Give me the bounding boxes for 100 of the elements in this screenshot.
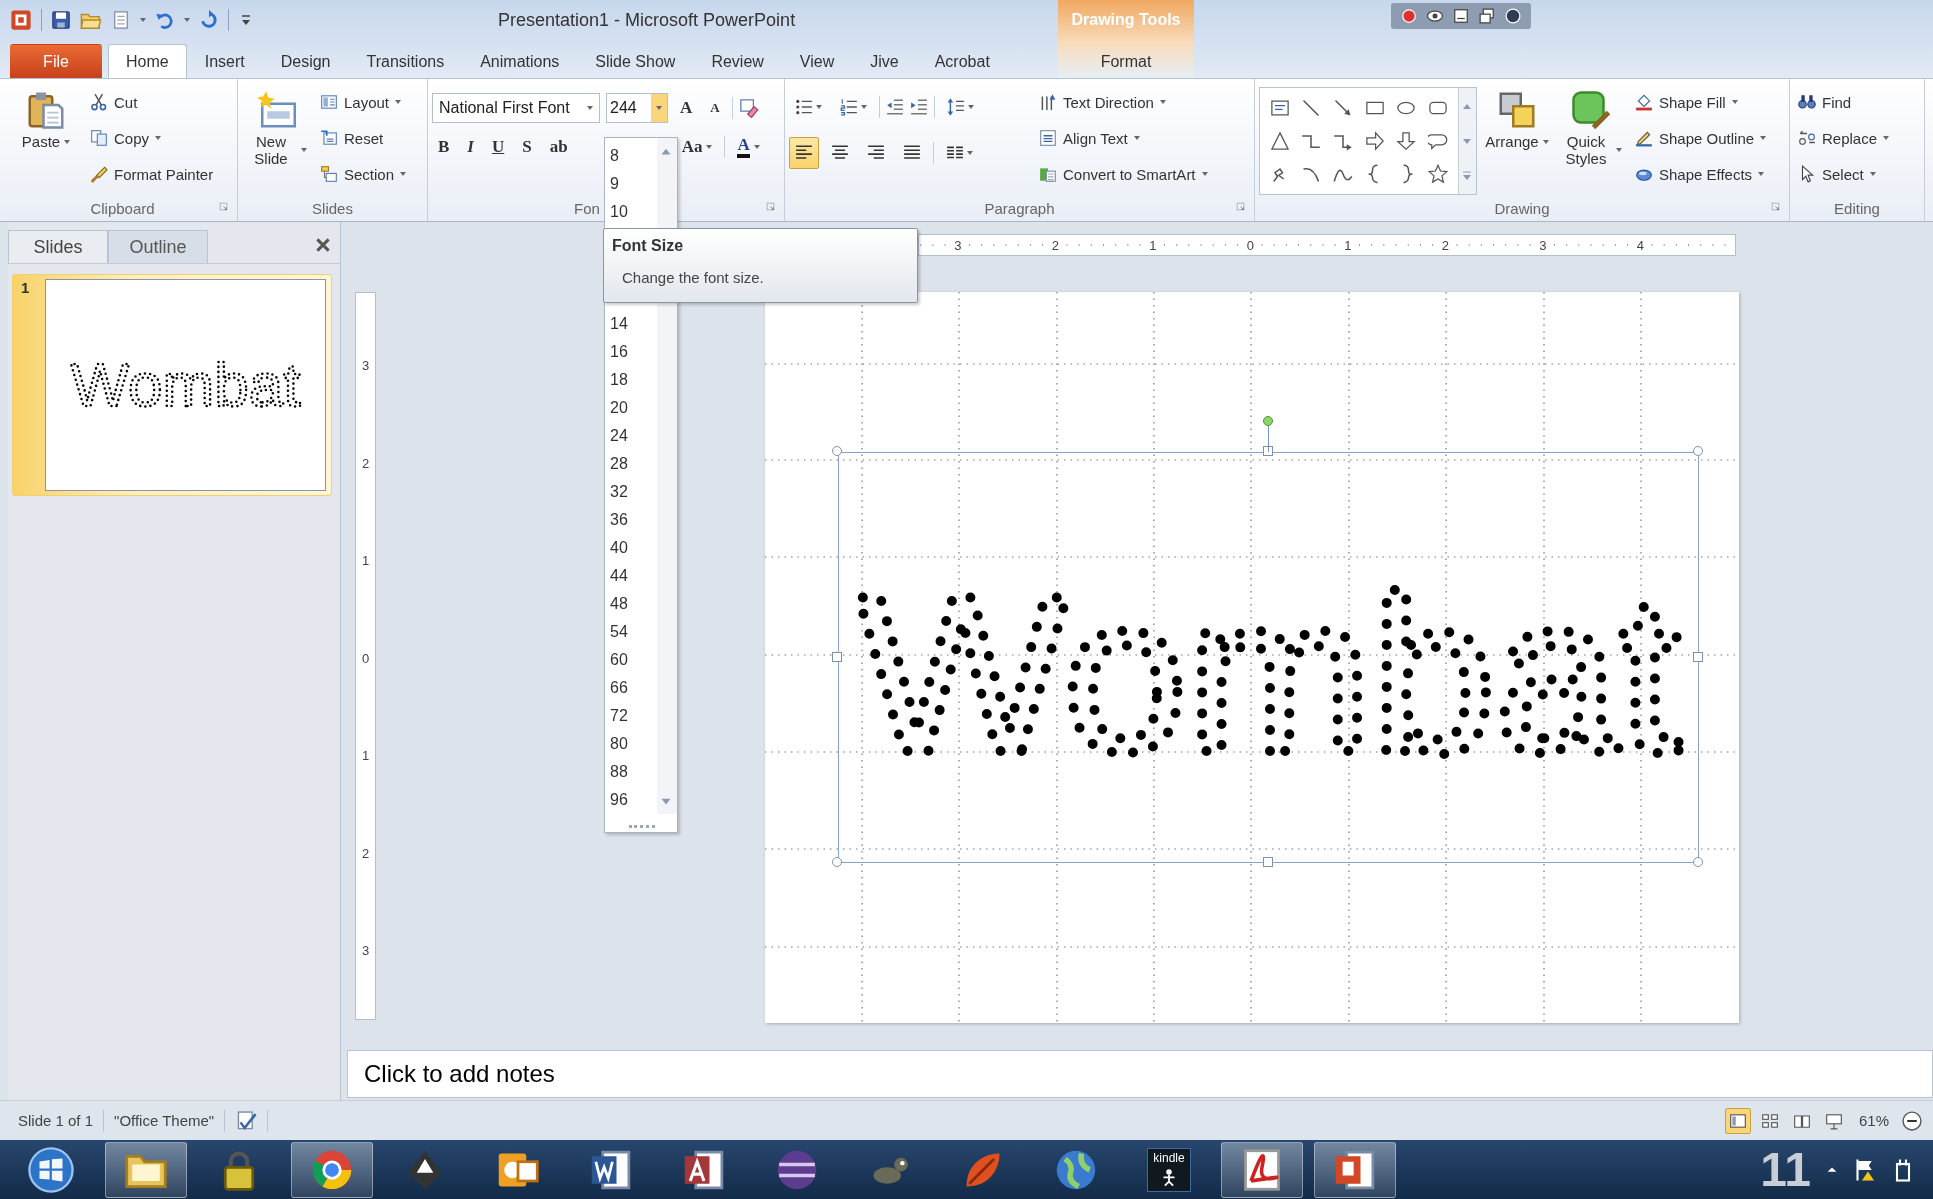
ribbon-tab[interactable]: View bbox=[781, 44, 853, 78]
align-left-button[interactable] bbox=[789, 137, 819, 169]
menu-option[interactable]: 80 bbox=[605, 730, 657, 758]
flag-icon[interactable] bbox=[1853, 1157, 1877, 1182]
menu-option[interactable]: 88 bbox=[605, 758, 657, 786]
arrange-button[interactable]: Arrange bbox=[1483, 87, 1551, 195]
shadow-button[interactable]: S bbox=[516, 133, 538, 161]
menu-option[interactable]: 96 bbox=[605, 786, 657, 814]
menu-option[interactable]: 36 bbox=[605, 506, 657, 534]
pane-tab[interactable]: Slides bbox=[8, 230, 108, 263]
star-icon[interactable] bbox=[1428, 163, 1449, 184]
triangle-icon[interactable] bbox=[1269, 131, 1290, 151]
select-button[interactable]: Select bbox=[1794, 159, 1894, 189]
menu-option[interactable]: 14 bbox=[605, 310, 657, 338]
clock[interactable]: 11 bbox=[1760, 1142, 1811, 1197]
restore-icon[interactable] bbox=[1477, 6, 1497, 26]
menu-option[interactable]: 54 bbox=[605, 618, 657, 646]
zoom-level[interactable]: 61% bbox=[1858, 1112, 1889, 1129]
redo-icon[interactable] bbox=[199, 10, 219, 30]
window-icon[interactable] bbox=[1451, 6, 1471, 26]
font-color-button[interactable]: A bbox=[731, 133, 766, 161]
find-button[interactable]: Find bbox=[1794, 87, 1894, 117]
save-icon[interactable] bbox=[51, 10, 71, 30]
circle-icon[interactable] bbox=[1503, 6, 1523, 26]
reset-button[interactable]: Reset bbox=[316, 123, 411, 153]
taskbar-button[interactable]: kindle bbox=[1128, 1141, 1210, 1198]
resize-handle[interactable] bbox=[1693, 857, 1703, 867]
menu-option[interactable]: 28 bbox=[605, 450, 657, 478]
shape-fill-button[interactable]: Shape Fill bbox=[1631, 87, 1771, 117]
resize-handle[interactable] bbox=[832, 446, 842, 456]
bold-button[interactable]: B bbox=[432, 133, 456, 161]
right-arrow-icon[interactable] bbox=[1364, 131, 1385, 151]
menu-option[interactable]: 48 bbox=[605, 590, 657, 618]
slide-thumbnail[interactable]: Wombat bbox=[45, 279, 326, 491]
section-button[interactable]: Section bbox=[316, 159, 411, 189]
slide-thumbnail-row[interactable]: 1 Wombat bbox=[12, 274, 332, 496]
brush-button[interactable]: Format Painter bbox=[86, 159, 218, 189]
ribbon-tab[interactable]: Home bbox=[108, 44, 187, 78]
grow-font-button[interactable]: A bbox=[674, 94, 699, 122]
copy-button[interactable]: Copy bbox=[86, 123, 218, 153]
resize-handle[interactable] bbox=[1262, 857, 1273, 867]
menu-option[interactable]: 9 bbox=[605, 170, 657, 198]
ribbon-tab[interactable]: Review bbox=[693, 44, 782, 78]
ribbon-tab[interactable]: Format bbox=[1082, 44, 1170, 78]
italic-button[interactable]: I bbox=[461, 133, 480, 161]
menu-option[interactable]: 44 bbox=[605, 562, 657, 590]
smartart-button[interactable]: Convert to SmartArt bbox=[1035, 159, 1212, 189]
ribbon-tab[interactable]: Jive bbox=[852, 44, 917, 78]
taskbar-button[interactable] bbox=[105, 1141, 187, 1198]
menu-option[interactable]: 32 bbox=[605, 478, 657, 506]
resize-handle[interactable] bbox=[1262, 446, 1273, 456]
ribbon-tab[interactable]: Animations bbox=[462, 44, 578, 78]
file-tab[interactable]: File bbox=[10, 44, 102, 78]
close-icon[interactable] bbox=[314, 236, 332, 254]
notes-field[interactable]: Click to add notes bbox=[362, 1059, 862, 1089]
menu-option[interactable]: 66 bbox=[605, 674, 657, 702]
pane-tab[interactable]: Outline bbox=[108, 230, 208, 263]
dialog-launcher-icon[interactable] bbox=[766, 202, 778, 214]
taskbar-button[interactable] bbox=[291, 1141, 373, 1198]
cut-button[interactable]: Cut bbox=[86, 87, 218, 117]
menu-option[interactable]: 10 bbox=[605, 198, 657, 226]
dialog-launcher-icon[interactable] bbox=[1236, 202, 1248, 214]
shapes-gallery[interactable] bbox=[1259, 87, 1477, 195]
dialog-launcher-icon[interactable] bbox=[219, 202, 231, 214]
new-slide-button[interactable]: New Slide bbox=[242, 87, 310, 195]
normal-view-button[interactable] bbox=[1724, 1107, 1751, 1134]
callout-icon[interactable] bbox=[1428, 131, 1449, 151]
theme-name[interactable]: "Office Theme" bbox=[104, 1109, 226, 1132]
menu-option[interactable]: 24 bbox=[605, 422, 657, 450]
menu-option[interactable]: 72 bbox=[605, 702, 657, 730]
quick-styles-button[interactable]: Quick Styles bbox=[1557, 87, 1625, 195]
down-arrow-icon[interactable] bbox=[1396, 131, 1417, 151]
text-direction-button[interactable]: Text Direction bbox=[1035, 87, 1212, 117]
shape-outline-button[interactable]: Shape Outline bbox=[1631, 123, 1771, 153]
line-icon[interactable] bbox=[1301, 98, 1322, 119]
resize-handle[interactable] bbox=[1693, 446, 1703, 456]
text-box[interactable]: Wombat bbox=[838, 452, 1699, 863]
menu-option[interactable]: 20 bbox=[605, 394, 657, 422]
resize-handle[interactable] bbox=[832, 651, 842, 662]
font-name-dropdown[interactable]: National First Font bbox=[432, 93, 600, 123]
text-box-icon[interactable] bbox=[1269, 98, 1290, 119]
ribbon-tab[interactable]: Insert bbox=[186, 44, 263, 78]
document-icon[interactable] bbox=[111, 10, 131, 30]
font-size-field[interactable]: 244 bbox=[606, 93, 668, 123]
clear-formatting-icon[interactable] bbox=[738, 98, 759, 118]
shrink-font-button[interactable]: A bbox=[704, 94, 726, 122]
increase-indent-icon[interactable] bbox=[910, 98, 928, 116]
ribbon-tab[interactable]: Design bbox=[262, 44, 349, 78]
ribbon-tab[interactable]: Slide Show bbox=[577, 44, 694, 78]
menu-option[interactable]: 40 bbox=[605, 534, 657, 562]
taskbar-button[interactable] bbox=[1314, 1141, 1396, 1198]
ribbon-tab[interactable]: Transitions bbox=[348, 44, 463, 78]
taskbar-button[interactable] bbox=[1221, 1141, 1303, 1198]
shape-effects-button[interactable]: Shape Effects bbox=[1631, 159, 1771, 189]
zoom-out-icon[interactable] bbox=[1901, 1109, 1923, 1132]
spell-check-icon[interactable] bbox=[235, 1109, 258, 1132]
decrease-indent-icon[interactable] bbox=[886, 98, 904, 116]
ribbon-tab[interactable]: Acrobat bbox=[916, 44, 1008, 78]
align-text-button[interactable]: Align Text bbox=[1035, 123, 1212, 153]
layout-button[interactable]: Layout bbox=[316, 87, 411, 117]
